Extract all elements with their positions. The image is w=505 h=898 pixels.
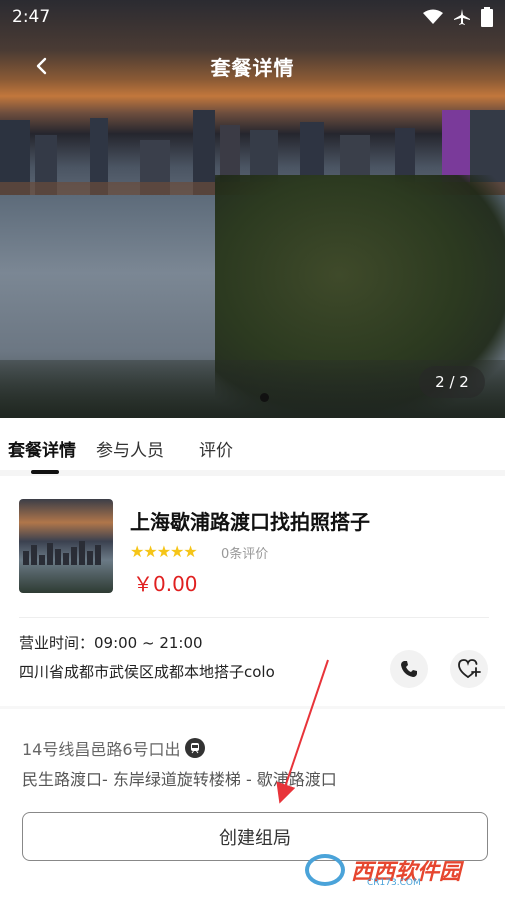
package-thumbnail[interactable] <box>19 499 113 593</box>
top-nav: 套餐详情 <box>0 44 505 88</box>
status-bar: 2:47 <box>0 0 505 34</box>
phone-icon <box>401 661 417 677</box>
favorite-button[interactable] <box>450 650 488 688</box>
image-pager: 2 / 2 <box>419 366 485 398</box>
metro-icon <box>184 738 205 758</box>
section-divider <box>0 706 505 709</box>
back-arrow-icon <box>36 57 47 75</box>
route-text-1: 14号线昌邑路6号口出 <box>22 740 181 759</box>
route-line-2: 民生路渡口- 东岸绿道旋转楼梯 - 歇浦路渡口 <box>22 770 337 789</box>
status-icons <box>423 7 493 27</box>
heart-plus-icon <box>458 659 481 678</box>
tab-reviews[interactable]: 评价 <box>199 436 233 461</box>
tab-participants[interactable]: 参与人员 <box>96 436 164 461</box>
status-time: 2:47 <box>12 7 51 27</box>
tab-package-details[interactable]: 套餐详情 <box>8 436 76 461</box>
page-title: 套餐详情 <box>210 55 295 80</box>
tab-bar: 套餐详情 参与人员 评价 <box>0 418 505 476</box>
rating-stars: ★★★★★ <box>130 542 198 561</box>
watermark: 西西软件园 CR173.COM <box>305 850 485 890</box>
call-button[interactable] <box>390 650 428 688</box>
active-tab-indicator <box>31 470 59 474</box>
carousel-dot <box>260 393 269 402</box>
package-price: ￥0.00 <box>133 572 198 596</box>
hero-image[interactable]: 2:47 套餐详情 2 / 2 <box>0 0 505 418</box>
address: 四川省成都市武侯区成都本地搭子colo <box>19 663 275 681</box>
back-button[interactable] <box>26 50 58 82</box>
business-hours: 营业时间：09:00 ~ 21:00 <box>19 634 203 652</box>
airplane-icon <box>454 9 470 25</box>
divider <box>19 617 489 618</box>
review-count[interactable]: 0条评价 <box>221 543 268 562</box>
package-title: 上海歇浦路渡口找拍照搭子 <box>130 510 370 534</box>
wifi-icon <box>423 9 443 24</box>
battery-icon <box>481 7 493 27</box>
watermark-subtext: CR173.COM <box>367 878 421 888</box>
route-line-1: 14号线昌邑路6号口出 <box>22 736 205 760</box>
watermark-logo-icon <box>305 854 345 886</box>
thumbnail-skyline <box>19 541 113 565</box>
